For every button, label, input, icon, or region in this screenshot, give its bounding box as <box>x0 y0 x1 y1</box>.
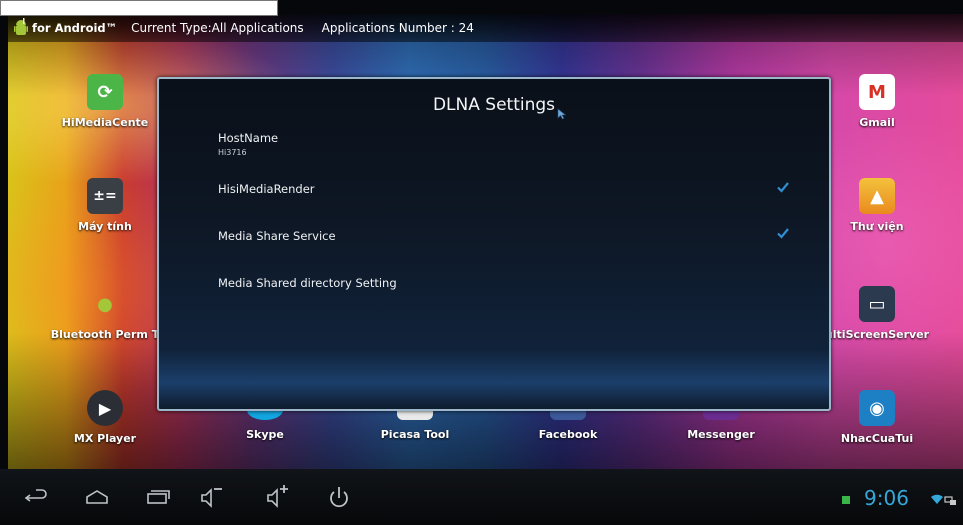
play-icon: ▶ <box>87 390 123 426</box>
app-label: Messenger <box>687 428 755 441</box>
app-label: HiMediaCente <box>61 116 149 129</box>
shared-directory-setting[interactable]: Media Shared directory Setting <box>218 276 397 290</box>
app-label: Thư viện <box>850 220 904 233</box>
gmail-icon: M <box>859 74 895 110</box>
app-gmail[interactable]: M Gmail <box>812 74 942 129</box>
volume-up-icon[interactable] <box>262 483 292 513</box>
app-label: Skype <box>246 428 284 441</box>
app-label: Bluetooth Perm T <box>50 328 160 341</box>
home-icon[interactable] <box>82 483 112 513</box>
clock: 9:06 <box>864 486 909 510</box>
calculator-icon: ±= <box>87 178 123 214</box>
back-icon[interactable] <box>22 483 52 513</box>
gallery-icon: ▲ <box>859 178 895 214</box>
hostname-value: Hi3716 <box>218 148 247 157</box>
dialog-title: DLNA Settings <box>432 95 556 115</box>
app-calculator[interactable]: ±= Máy tính <box>40 178 170 233</box>
android-robot-icon: ● <box>97 293 113 315</box>
app-label: ultiScreenServer <box>824 328 930 341</box>
app-mxplayer[interactable]: ▶ MX Player <box>40 390 170 445</box>
app-label: Gmail <box>859 116 895 129</box>
app-gallery[interactable]: ▲ Thư viện <box>812 178 942 233</box>
media-share-check-icon[interactable] <box>776 227 790 239</box>
app-himedia[interactable]: ⟳ HiMediaCente <box>40 74 170 129</box>
dlna-settings-dialog: DLNA Settings HostName Hi3716 HisiMediaR… <box>157 77 831 411</box>
himedia-icon: ⟳ <box>87 74 123 110</box>
mouse-cursor-icon <box>557 108 567 120</box>
multiscreen-icon: ▭ <box>859 286 895 322</box>
hostname-setting[interactable]: HostName Hi3716 <box>218 131 278 157</box>
current-type-label: Current Type:All Applications <box>131 21 304 35</box>
app-label: Máy tính <box>78 220 132 233</box>
battery-icon <box>842 496 850 504</box>
app-label: MX Player <box>73 432 137 445</box>
title-bar: for Android™ Current Type:All Applicatio… <box>8 14 963 42</box>
power-icon[interactable] <box>324 483 354 513</box>
nhaccuatui-icon: ◉ <box>859 390 895 426</box>
media-render-label: HisiMediaRender <box>218 182 315 196</box>
shared-directory-label: Media Shared directory Setting <box>218 276 397 290</box>
caption-box <box>0 0 278 16</box>
app-nhaccuatui[interactable]: ◉ NhacCuaTui <box>812 390 942 445</box>
media-render-setting[interactable]: HisiMediaRender <box>218 182 315 196</box>
android-logo-icon <box>14 18 28 35</box>
app-multiscreen[interactable]: ▭ ultiScreenServer <box>812 286 942 341</box>
app-label: Facebook <box>538 428 598 441</box>
media-share-setting[interactable]: Media Share Service <box>218 229 336 243</box>
navigation-bar: 9:06 <box>0 469 963 525</box>
hostname-label: HostName <box>218 131 279 145</box>
network-icon <box>944 496 956 505</box>
app-label: Picasa Tool <box>380 428 450 441</box>
media-share-label: Media Share Service <box>218 229 336 243</box>
app-bluetooth[interactable]: ● Bluetooth Perm T <box>40 286 170 342</box>
brand-label: for Android™ <box>32 21 118 35</box>
recent-apps-icon[interactable] <box>142 483 172 513</box>
media-render-check-icon[interactable] <box>776 181 790 193</box>
wifi-icon <box>931 494 943 504</box>
app-label: NhacCuaTui <box>840 432 914 445</box>
application-count-label: Applications Number : 24 <box>321 21 474 35</box>
volume-down-icon[interactable] <box>196 483 226 513</box>
